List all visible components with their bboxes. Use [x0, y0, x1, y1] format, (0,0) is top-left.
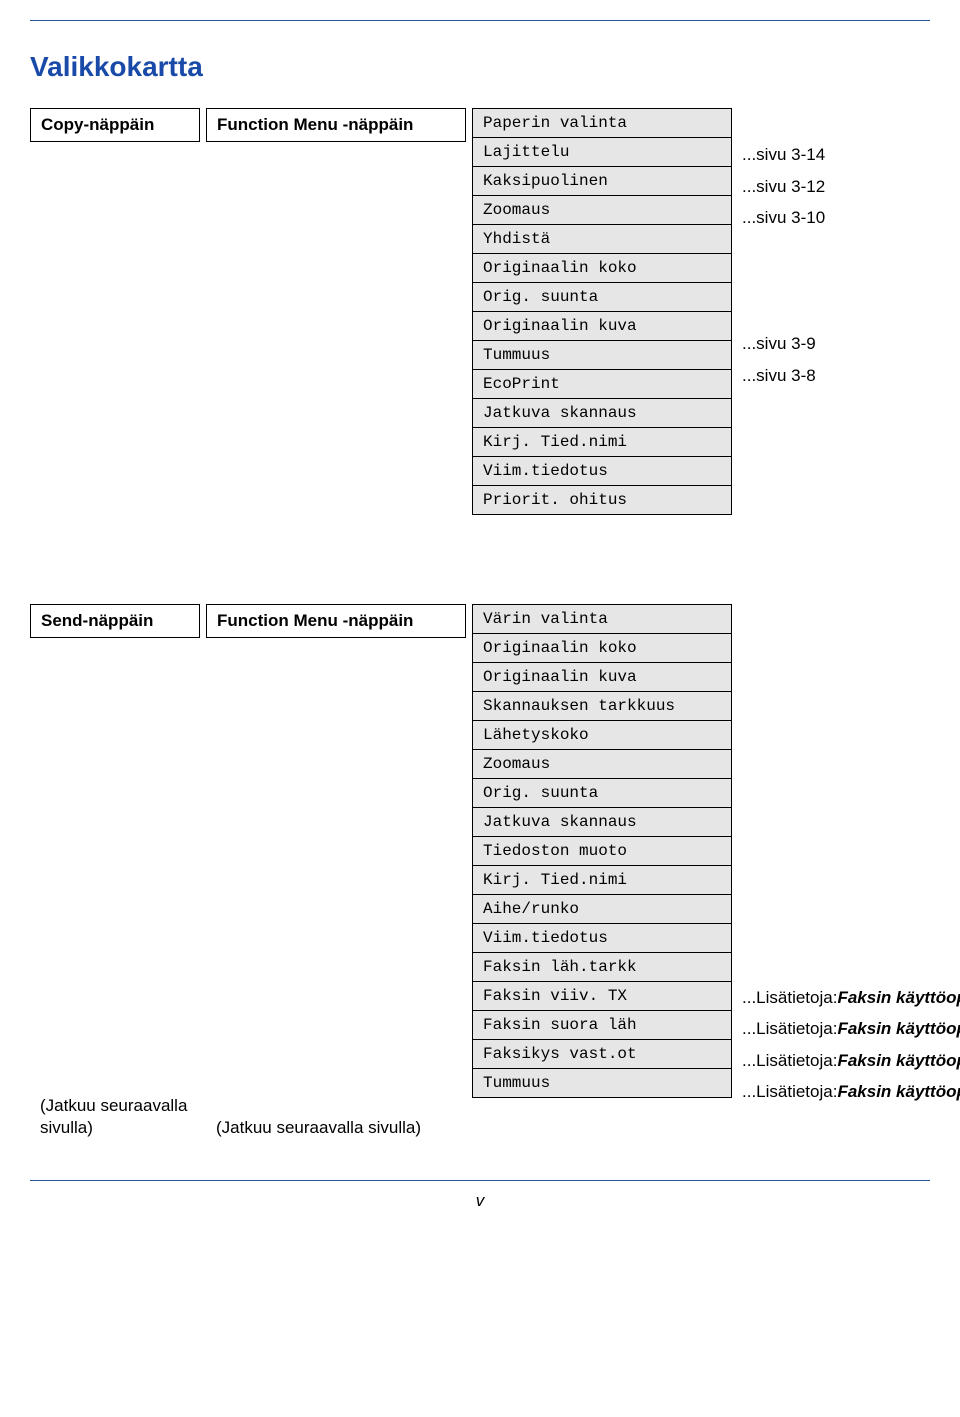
side-ref — [738, 667, 960, 699]
side-ref: ...Lisätietoja: Faksin käyttöopas. — [738, 982, 960, 1014]
side-ref: ...sivu 3-8 — [738, 360, 829, 392]
side-ref: ...sivu 3-14 — [738, 140, 829, 172]
side-ref — [738, 392, 829, 424]
menu-list-1: Paperin valintaLajitteluKaksipuolinenZoo… — [472, 108, 732, 514]
side-ref — [738, 762, 960, 794]
label-function-menu-1: Function Menu -näppäin — [206, 108, 466, 142]
menu-item: Tummuus — [472, 340, 732, 370]
side-ref: ...sivu 3-10 — [738, 203, 829, 235]
side-ref — [738, 919, 960, 951]
section-send: Send-näppäin (Jatkuu seuraavalla sivulla… — [30, 604, 930, 1140]
menu-item: Viim.tiedotus — [472, 923, 732, 953]
left-stack-send: Send-näppäin (Jatkuu seuraavalla sivulla… — [30, 604, 206, 1140]
menu-item: Aihe/runko — [472, 894, 732, 924]
menu-item: Kirj. Tied.nimi — [472, 865, 732, 895]
menu-list-2: Värin valintaOriginaalin kokoOriginaalin… — [472, 604, 732, 1140]
side-ref: ...sivu 3-12 — [738, 171, 829, 203]
menu-item: Zoomaus — [472, 195, 732, 225]
footer-rule — [30, 1180, 930, 1181]
side-ref — [738, 1108, 960, 1140]
side-ref — [738, 518, 829, 550]
side-ref — [738, 951, 960, 983]
menu-item: Originaalin koko — [472, 253, 732, 283]
side-ref — [738, 888, 960, 920]
menu-item: Tummuus — [472, 1068, 732, 1098]
side-ref — [738, 793, 960, 825]
menu-item: Lajittelu — [472, 137, 732, 167]
mid-stack-send: Function Menu -näppäin (Jatkuu seuraaval… — [206, 604, 472, 1140]
label-send: Send-näppäin — [30, 604, 200, 638]
side-refs-2: ...Lisätietoja: Faksin käyttöopas....Lis… — [738, 604, 960, 1140]
menu-item: Jatkuva skannaus — [472, 807, 732, 837]
side-ref — [738, 455, 829, 487]
side-ref — [738, 108, 829, 140]
side-ref: ...Lisätietoja: Faksin käyttöopas. — [738, 1045, 960, 1077]
side-ref — [738, 486, 829, 518]
label-cont-mid: (Jatkuu seuraavalla sivulla) — [206, 1111, 466, 1139]
menu-item: EcoPrint — [472, 369, 732, 399]
menu-item: Faksin suora läh — [472, 1010, 732, 1040]
menu-item: Yhdistä — [472, 224, 732, 254]
side-ref: ...sivu 3-9 — [738, 329, 829, 361]
menu-item: Orig. suunta — [472, 282, 732, 312]
page-number: v — [0, 1191, 960, 1211]
menu-item: Jatkuva skannaus — [472, 398, 732, 428]
menu-item: Paperin valinta — [472, 108, 732, 138]
menu-item: Zoomaus — [472, 749, 732, 779]
menu-item: Faksin läh.tarkk — [472, 952, 732, 982]
menu-item: Originaalin kuva — [472, 311, 732, 341]
side-ref — [738, 699, 960, 731]
menu-item: Originaalin koko — [472, 633, 732, 663]
side-ref — [738, 297, 829, 329]
section-copy: Copy-näppäin Function Menu -näppäin Pape… — [30, 108, 930, 549]
side-ref: ...Lisätietoja: Faksin käyttöopas. — [738, 1014, 960, 1046]
menu-item: Originaalin kuva — [472, 662, 732, 692]
menu-item: Viim.tiedotus — [472, 456, 732, 486]
side-ref — [738, 730, 960, 762]
side-ref: ...Lisätietoja: Faksin käyttöopas. — [738, 1077, 960, 1109]
label-cont-left: (Jatkuu seuraavalla sivulla) — [30, 1089, 200, 1139]
side-refs-1: ...sivu 3-14...sivu 3-12...sivu 3-10 ...s… — [738, 108, 829, 549]
menu-item: Tiedoston muoto — [472, 836, 732, 866]
menu-item: Faksin viiv. TX — [472, 981, 732, 1011]
label-copy: Copy-näppäin — [30, 108, 200, 142]
menu-item: Faksikys vast.ot — [472, 1039, 732, 1069]
menu-item: Priorit. ohitus — [472, 485, 732, 515]
side-ref — [738, 423, 829, 455]
menu-item: Värin valinta — [472, 604, 732, 634]
label-function-menu-2: Function Menu -näppäin — [206, 604, 466, 638]
side-ref — [738, 266, 829, 298]
side-ref — [738, 636, 960, 668]
menu-item: Kirj. Tied.nimi — [472, 427, 732, 457]
top-rule — [30, 20, 930, 21]
side-ref — [738, 234, 829, 266]
menu-item: Skannauksen tarkkuus — [472, 691, 732, 721]
menu-item: Lähetyskoko — [472, 720, 732, 750]
side-ref — [738, 856, 960, 888]
side-ref — [738, 825, 960, 857]
page-title: Valikkokartta — [30, 51, 930, 83]
menu-item: Orig. suunta — [472, 778, 732, 808]
side-ref — [738, 604, 960, 636]
menu-item: Kaksipuolinen — [472, 166, 732, 196]
